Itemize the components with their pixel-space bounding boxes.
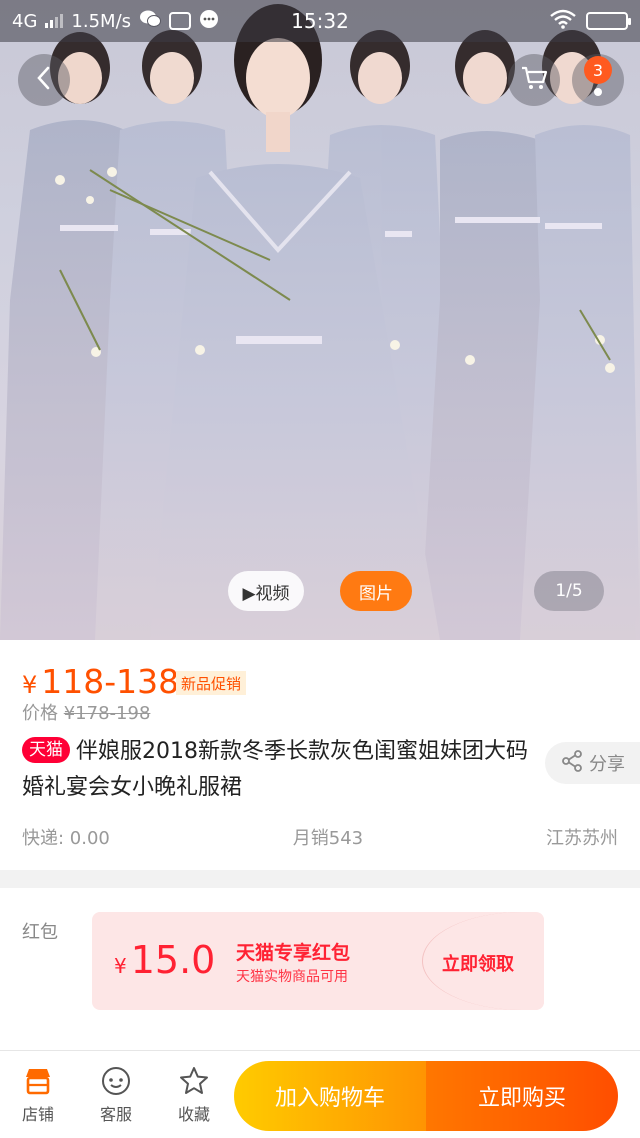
shipping-fee: 快递: 0.00 (22, 828, 110, 849)
cart-badge: 3 (584, 56, 612, 84)
store-tab[interactable]: 店铺 (8, 1065, 68, 1125)
photo-tab[interactable]: 图片 (340, 571, 412, 611)
battery-icon (586, 12, 631, 30)
coupon-section: 红包 ¥ 15.0 天猫专享红包 天猫实物商品可用 立即领取 (0, 888, 640, 1050)
page-indicator: 1/5 (534, 571, 604, 611)
product-image-gallery[interactable]: 4G 1.5M/s 15:32 3 ▶视频 图片 1/5 (0, 0, 640, 640)
tmall-badge: 天猫 (22, 737, 70, 763)
service-tab[interactable]: 客服 (86, 1065, 146, 1125)
back-arrow-icon (34, 65, 54, 95)
coupon-section-label: 红包 (22, 922, 58, 943)
monthly-sales: 月销543 (292, 828, 364, 849)
star-icon (178, 1065, 210, 1101)
cart-icon (520, 65, 548, 95)
more-icon (594, 88, 602, 96)
price-symbol: ¥ (22, 671, 38, 699)
original-price-value: ¥178-198 (63, 703, 151, 724)
favorite-tab[interactable]: 收藏 (164, 1065, 224, 1125)
price-value: 118-138 (41, 662, 180, 701)
product-title: 天猫 伴娘服2018新款冬季长款灰色闺蜜姐妹团大码婚礼宴会女小晚礼服裙 (22, 734, 532, 806)
favorite-label: 收藏 (177, 1105, 210, 1124)
back-button[interactable] (18, 54, 70, 106)
coupon-card[interactable]: ¥ 15.0 天猫专享红包 天猫实物商品可用 立即领取 (92, 912, 544, 1010)
claim-coupon-button[interactable]: 立即领取 (442, 950, 514, 976)
product-meta: 快递: 0.00 月销543 江苏苏州 (22, 824, 618, 850)
product-info-card: ¥ 118-138 新品促销 价格 ¥178-198 天猫 伴娘服2018新款冬季… (0, 640, 640, 870)
clock: 15:32 (291, 9, 349, 33)
promo-badge: 新品促销 (176, 671, 247, 695)
status-bar: 4G 1.5M/s 15:32 (0, 0, 640, 42)
add-to-cart-button[interactable]: 加入购物车 (234, 1061, 426, 1131)
coupon-amount: ¥ 15.0 (114, 938, 215, 982)
bottom-action-bar: 店铺 客服 收藏 加入购物车 立即购买 (0, 1050, 640, 1138)
share-icon (561, 749, 583, 777)
store-icon (22, 1065, 54, 1101)
product-title-text: 伴娘服2018新款冬季长款灰色闺蜜姐妹团大码婚礼宴会女小晚礼服裙 (22, 739, 528, 800)
share-button[interactable]: 分享 (545, 742, 640, 784)
service-icon (100, 1065, 132, 1101)
coupon-value: 15.0 (130, 938, 216, 982)
original-price-label: 价格 (22, 703, 58, 724)
ship-location: 江苏苏州 (545, 828, 618, 849)
store-label: 店铺 (21, 1105, 54, 1124)
original-price: 价格 ¥178-198 (22, 699, 150, 725)
buy-now-button[interactable]: 立即购买 (426, 1061, 618, 1131)
service-label: 客服 (99, 1105, 132, 1124)
cart-button[interactable] (508, 54, 560, 106)
coupon-symbol: ¥ (114, 954, 127, 978)
share-label: 分享 (589, 754, 625, 775)
coupon-subtitle: 天猫实物商品可用 (236, 969, 348, 985)
coupon-title: 天猫专享红包 (236, 942, 351, 964)
price: ¥ 118-138 (22, 662, 179, 701)
video-tab[interactable]: ▶视频 (228, 571, 304, 611)
